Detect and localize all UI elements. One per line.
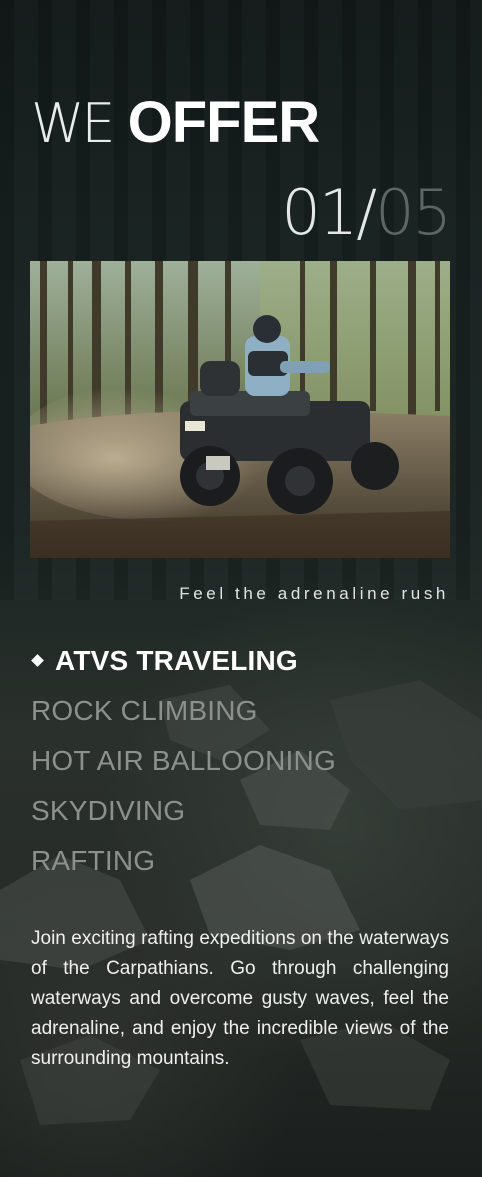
menu-item-skydiving[interactable]: SKYDIVING bbox=[31, 786, 336, 836]
page-title: WE OFFER bbox=[31, 88, 321, 159]
menu-item-rafting[interactable]: RAFTING bbox=[31, 836, 336, 886]
menu-item-atvs-traveling[interactable]: ATVS TRAVELING bbox=[31, 636, 336, 686]
menu-item-label: ROCK CLIMBING bbox=[31, 695, 258, 726]
title-light-word: WE bbox=[31, 92, 115, 155]
menu-item-label: HOT AIR BALLOONING bbox=[31, 745, 336, 776]
slide-counter-total: 05 bbox=[375, 176, 452, 249]
slide-caption: Feel the adrenaline rush bbox=[179, 584, 449, 603]
menu-item-label: RAFTING bbox=[31, 845, 156, 876]
slide-counter: 01/05 bbox=[281, 176, 452, 249]
slide-image bbox=[30, 261, 450, 558]
slide-counter-current: 01/ bbox=[281, 176, 377, 249]
menu-item-hot-air-ballooning[interactable]: HOT AIR BALLOONING bbox=[31, 736, 336, 786]
menu-item-label: ATVS TRAVELING bbox=[55, 645, 298, 676]
title-bold-word: OFFER bbox=[127, 90, 321, 155]
menu-item-rock-climbing[interactable]: ROCK CLIMBING bbox=[31, 686, 336, 736]
active-diamond-icon bbox=[31, 654, 44, 667]
activity-menu: ATVS TRAVELING ROCK CLIMBING HOT AIR BAL… bbox=[31, 636, 336, 886]
atv-photo-icon bbox=[30, 261, 450, 558]
activity-description: Join exciting rafting expeditions on the… bbox=[31, 928, 449, 1069]
menu-item-label: SKYDIVING bbox=[31, 795, 186, 826]
